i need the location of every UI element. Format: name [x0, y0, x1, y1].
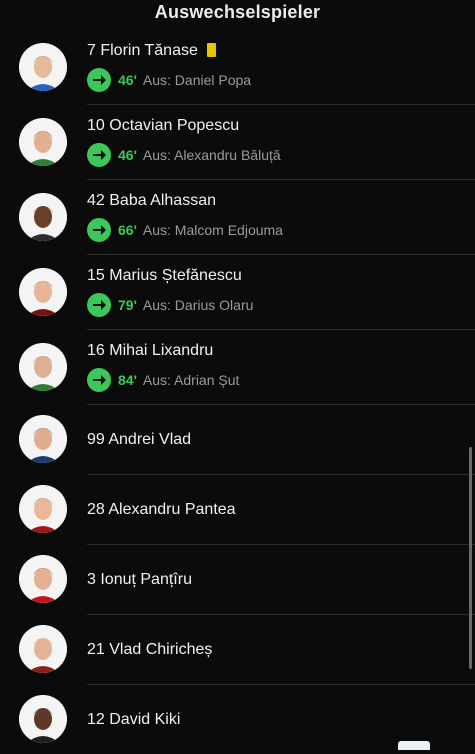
substitution-info: 46' Aus: Alexandru Băluță — [87, 143, 281, 167]
substitution-info: 79' Aus: Darius Olaru — [87, 293, 253, 317]
player-name: 21 Vlad Chiricheș — [87, 641, 213, 658]
sub-minute: 46' — [118, 147, 137, 163]
player-row[interactable]: 3 Ionuț Panțîru — [19, 545, 475, 615]
player-avatar — [19, 43, 67, 91]
player-avatar — [19, 268, 67, 316]
player-name: 12 David Kiki — [87, 711, 181, 728]
ad-choices-badge[interactable] — [398, 741, 430, 750]
substitutes-list: 7 Florin Tănase 46' Aus: Daniel Popa 10 … — [0, 30, 475, 754]
player-avatar — [19, 485, 67, 533]
player-row[interactable]: 10 Octavian Popescu 46' Aus: Alexandru B… — [19, 105, 475, 180]
sub-in-arrow-icon — [87, 68, 111, 92]
section-title: Auswechselspieler — [154, 2, 321, 22]
player-avatar — [19, 555, 67, 603]
player-avatar — [19, 343, 67, 391]
replaced-player: Aus: Alexandru Băluță — [142, 147, 281, 163]
substitution-info: 66' Aus: Malcom Edjouma — [87, 218, 283, 242]
player-name: 10 Octavian Popescu — [87, 117, 240, 134]
player-name: 3 Ionuț Panțîru — [87, 571, 192, 588]
sub-minute: 66' — [118, 222, 137, 238]
player-avatar — [19, 415, 67, 463]
replaced-player: Aus: Darius Olaru — [142, 297, 254, 313]
player-name: 99 Andrei Vlad — [87, 431, 192, 448]
sub-in-arrow-icon — [87, 218, 111, 242]
player-avatar — [19, 193, 67, 241]
replaced-player: Aus: Adrian Șut — [142, 372, 240, 388]
player-avatar — [19, 625, 67, 673]
player-name: 16 Mihai Lixandru — [87, 342, 214, 359]
sub-minute: 79' — [118, 297, 137, 313]
player-row[interactable]: 16 Mihai Lixandru 84' Aus: Adrian Șut — [19, 330, 475, 405]
yellow-card-icon — [206, 43, 216, 57]
replaced-player: Aus: Daniel Popa — [142, 72, 252, 88]
sub-in-arrow-icon — [87, 143, 111, 167]
replaced-player: Aus: Malcom Edjouma — [142, 222, 283, 238]
sub-in-arrow-icon — [87, 368, 111, 392]
player-name: 28 Alexandru Pantea — [87, 501, 236, 518]
player-row[interactable]: 7 Florin Tănase 46' Aus: Daniel Popa — [19, 30, 475, 105]
sub-minute: 84' — [118, 372, 137, 388]
player-row[interactable]: 21 Vlad Chiricheș — [19, 615, 475, 685]
player-row[interactable]: 99 Andrei Vlad — [19, 405, 475, 475]
player-row[interactable]: 28 Alexandru Pantea — [19, 475, 475, 545]
player-name: 15 Marius Ștefănescu — [87, 267, 242, 284]
player-row[interactable]: 15 Marius Ștefănescu 79' Aus: Darius Ola… — [19, 255, 475, 330]
player-name: 7 Florin Tănase — [87, 42, 216, 60]
substitution-info: 84' Aus: Adrian Șut — [87, 368, 239, 392]
sub-in-arrow-icon — [87, 293, 111, 317]
sub-minute: 46' — [118, 72, 137, 88]
player-avatar — [19, 118, 67, 166]
player-avatar — [19, 695, 67, 743]
player-row[interactable]: 42 Baba Alhassan 66' Aus: Malcom Edjouma — [19, 180, 475, 255]
player-name: 42 Baba Alhassan — [87, 192, 216, 209]
substitution-info: 46' Aus: Daniel Popa — [87, 68, 251, 92]
scrollbar[interactable] — [469, 447, 472, 669]
